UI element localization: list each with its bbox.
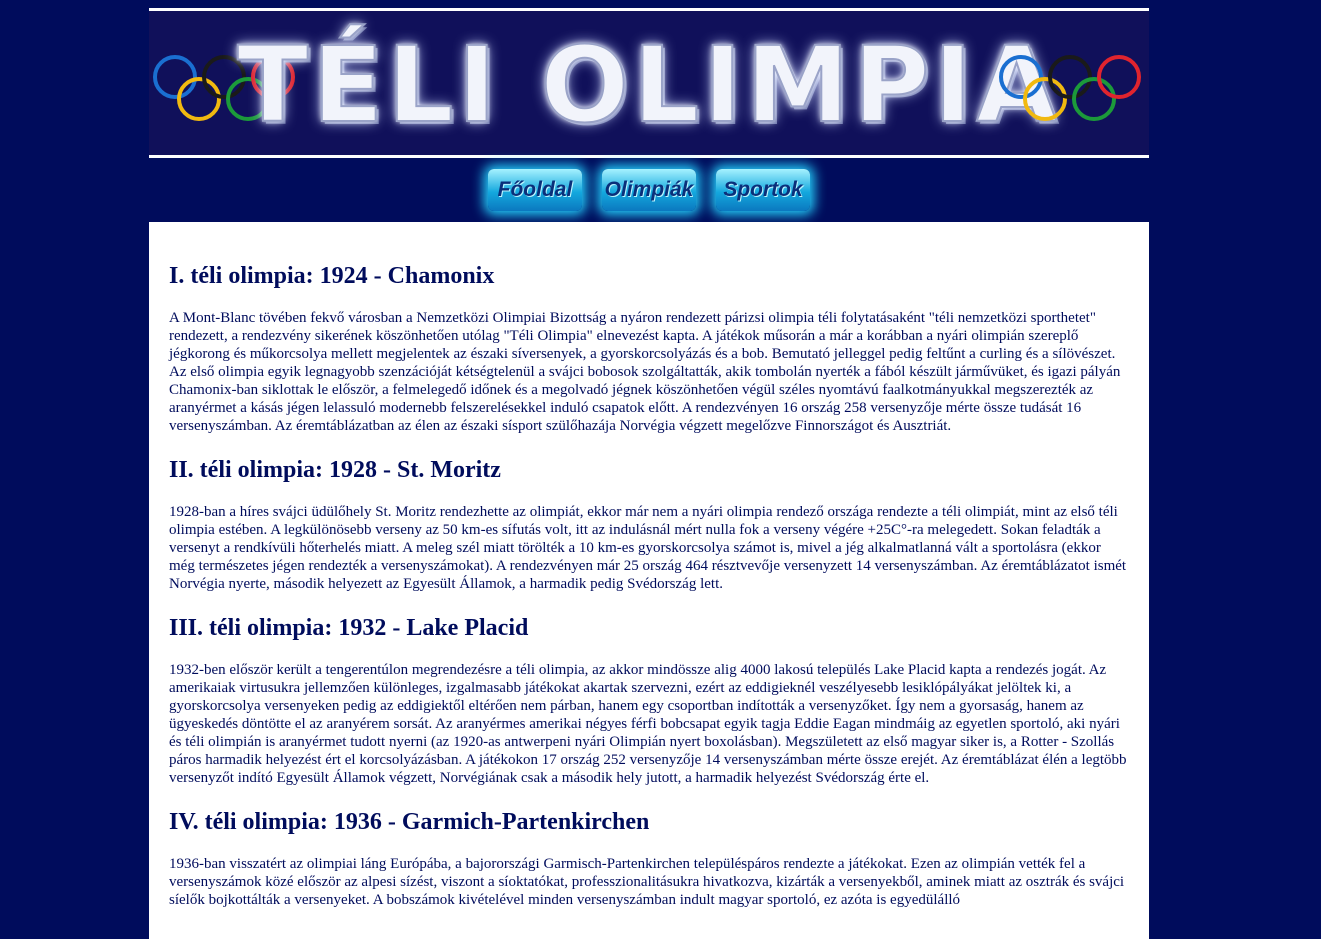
site-title: TÉLI OLIMPIA	[236, 23, 1061, 147]
olympic-rings-icon	[999, 55, 1141, 121]
nav-sports-button[interactable]: Sportok	[716, 169, 810, 211]
section-text: A Mont-Blanc tövében fekvő városban a Ne…	[169, 310, 1121, 434]
nav-olympics-button[interactable]: Olimpiák	[602, 169, 696, 211]
section-1932: III. téli olimpia: 1932 - Lake Placid 19…	[169, 614, 1129, 787]
nav-home-button[interactable]: Főoldal	[488, 169, 582, 211]
section-1924: I. téli olimpia: 1924 - Chamonix A Mont-…	[169, 262, 1129, 435]
header-banner: TÉLI OLIMPIA	[149, 8, 1149, 158]
main-nav: Főoldal Olimpiák Sportok	[149, 158, 1149, 222]
section-1936: IV. téli olimpia: 1936 - Garmich-Partenk…	[169, 808, 1129, 909]
section-1928: II. téli olimpia: 1928 - St. Moritz 1928…	[169, 456, 1129, 593]
section-title: III. téli olimpia: 1932 - Lake Placid	[169, 615, 529, 641]
section-text: 1932-ben először került a tengerentúlon …	[169, 662, 1127, 786]
section-text: 1928-ban a híres svájci üdülőhely St. Mo…	[169, 504, 1127, 592]
section-title: I. téli olimpia: 1924 - Chamonix	[169, 263, 495, 289]
section-title: II. téli olimpia: 1928 - St. Moritz	[169, 457, 501, 483]
section-text: 1936-ban visszatért az olimpiai láng Eur…	[169, 856, 1125, 908]
main-content: I. téli olimpia: 1924 - Chamonix A Mont-…	[149, 222, 1149, 939]
section-title: IV. téli olimpia: 1936 - Garmich-Partenk…	[169, 809, 650, 835]
